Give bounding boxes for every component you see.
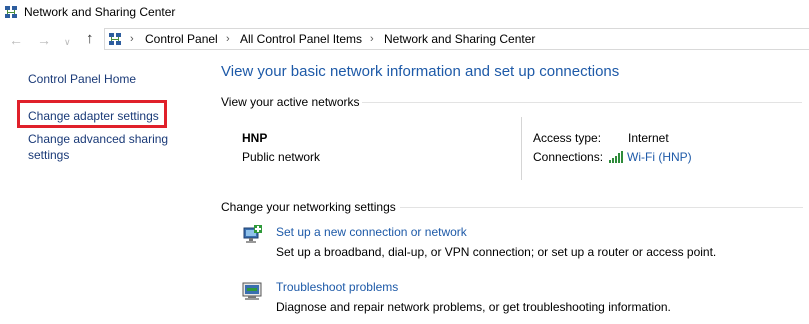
control-panel-network-icon <box>109 33 121 45</box>
page-title: View your basic network information and … <box>221 63 620 80</box>
change-advanced-sharing-link[interactable]: Change advanced sharing <box>28 132 168 146</box>
breadcrumb-network-sharing[interactable]: Network and Sharing Center <box>384 32 535 46</box>
control-panel-home-link[interactable]: Control Panel Home <box>28 72 136 86</box>
new-connection-icon <box>243 225 262 243</box>
connections-label: Connections: <box>533 150 604 164</box>
chevron-right-icon[interactable]: › <box>226 33 230 45</box>
up-arrow-icon[interactable]: ↑ <box>86 31 94 47</box>
change-adapter-settings-link[interactable]: Change adapter settings <box>28 109 159 123</box>
chevron-right-icon[interactable]: › <box>130 33 134 45</box>
window-title: Network and Sharing Center <box>24 5 176 19</box>
divider <box>362 102 802 103</box>
change-settings-heading: Change your networking settings <box>221 200 396 214</box>
access-type-label: Access type: <box>533 131 602 145</box>
network-type[interactable]: Public network <box>242 150 320 164</box>
troubleshoot-description: Diagnose and repair network problems, or… <box>276 300 671 314</box>
network-name: HNP <box>242 131 268 145</box>
breadcrumb-all-items[interactable]: All Control Panel Items <box>240 32 362 46</box>
troubleshoot-icon <box>242 282 262 300</box>
wifi-connection-link[interactable]: Wi-Fi (HNP) <box>627 150 692 164</box>
recent-locations-chevron-icon[interactable]: ∨ <box>64 34 71 50</box>
chevron-right-icon[interactable]: › <box>370 33 374 45</box>
setup-connection-description: Set up a broadband, dial-up, or VPN conn… <box>276 245 717 259</box>
setup-connection-link[interactable]: Set up a new connection or network <box>276 225 467 239</box>
breadcrumb-control-panel[interactable]: Control Panel <box>145 32 218 46</box>
network-icon <box>5 6 17 18</box>
active-networks-heading: View your active networks <box>221 95 360 109</box>
forward-arrow-icon[interactable]: → <box>37 32 51 48</box>
back-arrow-icon[interactable]: ← <box>9 32 23 48</box>
troubleshoot-link[interactable]: Troubleshoot problems <box>276 280 398 294</box>
change-advanced-sharing-link-cont[interactable]: settings <box>28 148 69 162</box>
access-type-value: Internet <box>628 131 669 145</box>
divider <box>400 207 803 208</box>
vertical-divider <box>521 117 522 180</box>
wifi-signal-icon <box>609 151 623 163</box>
